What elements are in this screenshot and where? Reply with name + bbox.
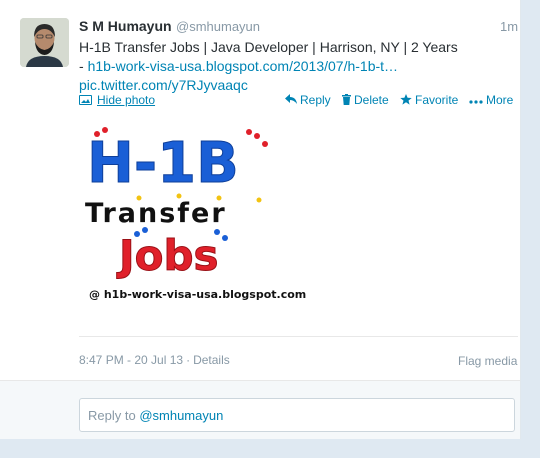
- reply-arrow-icon: [285, 94, 297, 106]
- avatar[interactable]: [20, 18, 69, 67]
- reply-input[interactable]: Reply to @smhumayun: [79, 398, 515, 432]
- tweet-text-main: H-1B Transfer Jobs | Java Developer | Ha…: [79, 39, 458, 55]
- reply-area: Reply to @smhumayun: [0, 380, 520, 439]
- tweet-timestamp[interactable]: 1m: [500, 19, 518, 34]
- delete-action[interactable]: Delete: [342, 93, 389, 107]
- media-text-h1b: H-1B: [87, 131, 239, 196]
- reply-label: Reply: [300, 93, 331, 107]
- flag-media-link[interactable]: Flag media: [458, 354, 517, 368]
- more-label: More: [486, 93, 514, 107]
- author-username[interactable]: @smhumayun: [176, 19, 260, 34]
- delete-label: Delete: [354, 93, 389, 107]
- reply-placeholder-prefix: Reply to: [88, 408, 140, 423]
- meta-separator: ·: [186, 353, 191, 367]
- divider: [79, 336, 518, 337]
- media-text-transfer: Transfer: [85, 198, 227, 229]
- tweet-card: S M Humayun @smhumayun 1m H-1B Transfer …: [0, 0, 521, 439]
- blog-link[interactable]: h1b-work-visa-usa.blogspot.com/2013/07/h…: [88, 58, 399, 74]
- hide-photo-label: Hide photo: [97, 93, 156, 107]
- trash-icon: [342, 93, 351, 107]
- more-action[interactable]: More: [469, 93, 513, 107]
- hide-photo-link[interactable]: Hide photo: [79, 93, 155, 107]
- tweet-media-image[interactable]: H-1B Transfer Jobs: [79, 120, 279, 310]
- details-link[interactable]: Details: [193, 353, 230, 367]
- tweet-text: H-1B Transfer Jobs | Java Developer | Ha…: [79, 38, 509, 95]
- reply-action[interactable]: Reply: [285, 93, 331, 107]
- favorite-action[interactable]: Favorite: [400, 93, 458, 107]
- author-fullname[interactable]: S M Humayun: [79, 18, 172, 34]
- avatar-photo: [20, 18, 69, 67]
- photo-icon: [79, 95, 92, 105]
- media-text-jobs: Jobs: [116, 231, 219, 280]
- reply-placeholder-handle: @smhumayun: [139, 408, 224, 423]
- favorite-label: Favorite: [415, 93, 459, 107]
- ellipsis-icon: [469, 94, 483, 106]
- star-icon: [400, 93, 412, 107]
- tweet-meta: 8:47 PM - 20 Jul 13 · Details: [79, 353, 230, 367]
- tweet-text-dash: -: [79, 58, 88, 74]
- media-caption: @ h1b-work-visa-usa.blogspot.com: [89, 288, 307, 301]
- tweet-datetime[interactable]: 8:47 PM - 20 Jul 13: [79, 353, 183, 367]
